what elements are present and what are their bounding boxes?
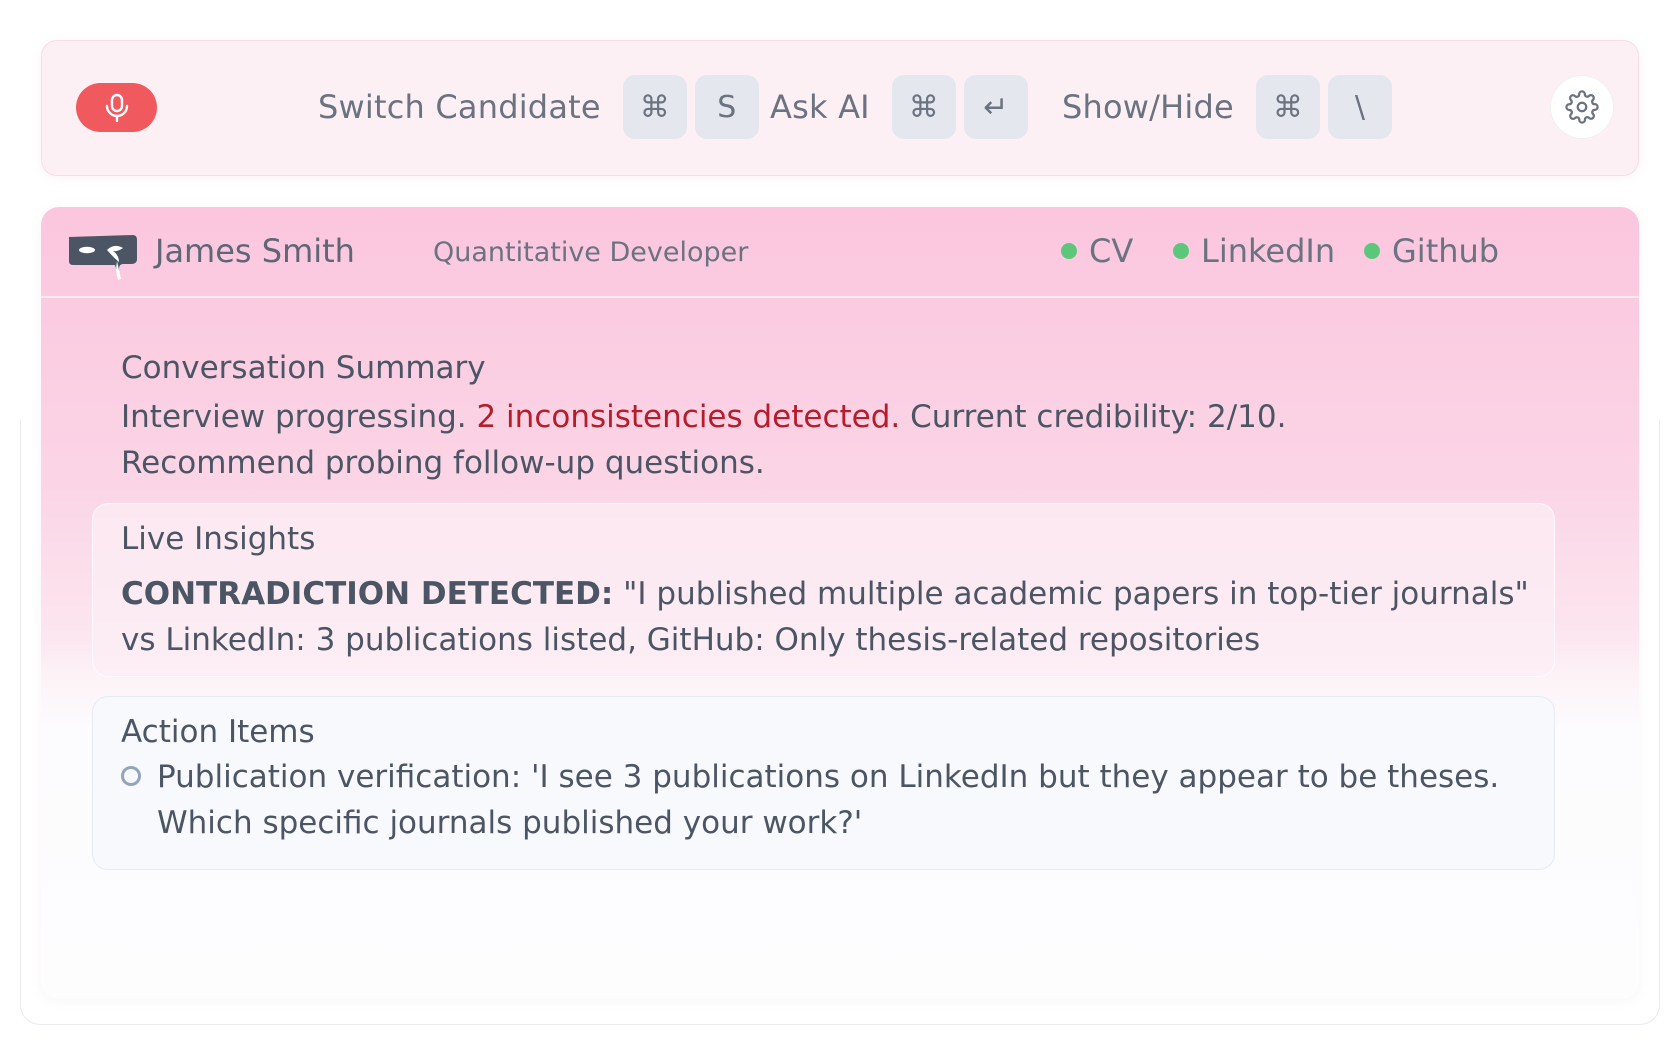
- summary-title: Conversation Summary: [121, 350, 486, 386]
- status-dot: [1364, 243, 1380, 259]
- command-key: ⌘: [891, 75, 956, 139]
- contradiction-detail: vs LinkedIn: 3 publications listed, GitH…: [121, 622, 1261, 658]
- settings-button[interactable]: [1550, 75, 1614, 139]
- shortcut-label: Ask AI: [770, 88, 870, 126]
- candidate-role: Quantitative Developer: [433, 237, 749, 268]
- action-line-1: Publication verification: 'I see 3 publi…: [157, 759, 1500, 795]
- command-key: ⌘: [1255, 75, 1320, 139]
- command-key: ⌘: [622, 75, 687, 139]
- s-key: S: [694, 75, 759, 139]
- source-cv[interactable]: CV: [1061, 232, 1133, 270]
- toolbar: Switch Candidate ⌘ S Ask AI ⌘ ↵ Show/Hid…: [41, 40, 1639, 176]
- insights-title: Live Insights: [121, 521, 316, 557]
- action-checkbox[interactable]: [121, 766, 141, 786]
- inconsistency-alert: 2 inconsistencies detected.: [476, 399, 901, 435]
- shortcut-label: Show/Hide: [1062, 88, 1234, 126]
- status-dot: [1061, 243, 1077, 259]
- shortcut-show-hide[interactable]: Show/Hide ⌘ \: [1062, 75, 1400, 139]
- contradiction-label: CONTRADICTION DETECTED:: [121, 576, 614, 612]
- insight-body: CONTRADICTION DETECTED: "I published mul…: [121, 571, 1541, 663]
- summary-text-start: Interview progressing.: [121, 399, 477, 435]
- contradiction-quote: "I published multiple academic papers in…: [613, 576, 1529, 612]
- backslash-key: \: [1327, 75, 1392, 139]
- status-dot: [1173, 243, 1189, 259]
- mic-button[interactable]: [76, 83, 157, 132]
- action-items-card: Action Items Publication verification: '…: [92, 696, 1555, 870]
- summary-recommendation: Recommend probing follow-up questions.: [121, 445, 765, 481]
- action-line-2: Which specific journals published your w…: [157, 805, 863, 841]
- summary-text: Interview progressing. 2 inconsistencies…: [121, 394, 1521, 486]
- live-insights-card: Live Insights CONTRADICTION DETECTED: "I…: [92, 503, 1555, 677]
- microphone-icon: [105, 93, 128, 122]
- shortcut-ask-ai[interactable]: Ask AI ⌘ ↵: [770, 75, 1036, 139]
- source-linkedin[interactable]: LinkedIn: [1173, 232, 1335, 270]
- candidate-header: James Smith Quantitative Developer CV Li…: [41, 207, 1639, 298]
- action-item: Publication verification: 'I see 3 publi…: [121, 754, 1541, 846]
- action-item-text: Publication verification: 'I see 3 publi…: [157, 754, 1499, 846]
- shortcut-switch-candidate[interactable]: Switch Candidate ⌘ S: [318, 75, 767, 139]
- candidate-name: James Smith: [155, 232, 355, 270]
- gear-icon: [1565, 90, 1599, 124]
- summary-text-end: Current credibility: 2/10.: [900, 399, 1287, 435]
- source-label: CV: [1089, 232, 1134, 270]
- source-label: Github: [1392, 232, 1500, 270]
- candidate-panel: James Smith Quantitative Developer CV Li…: [41, 207, 1639, 999]
- actions-title: Action Items: [121, 714, 315, 750]
- mask-logo-icon: [69, 235, 137, 280]
- source-label: LinkedIn: [1201, 232, 1336, 270]
- shortcut-label: Switch Candidate: [318, 88, 601, 126]
- source-github[interactable]: Github: [1364, 232, 1499, 270]
- enter-key: ↵: [963, 75, 1028, 139]
